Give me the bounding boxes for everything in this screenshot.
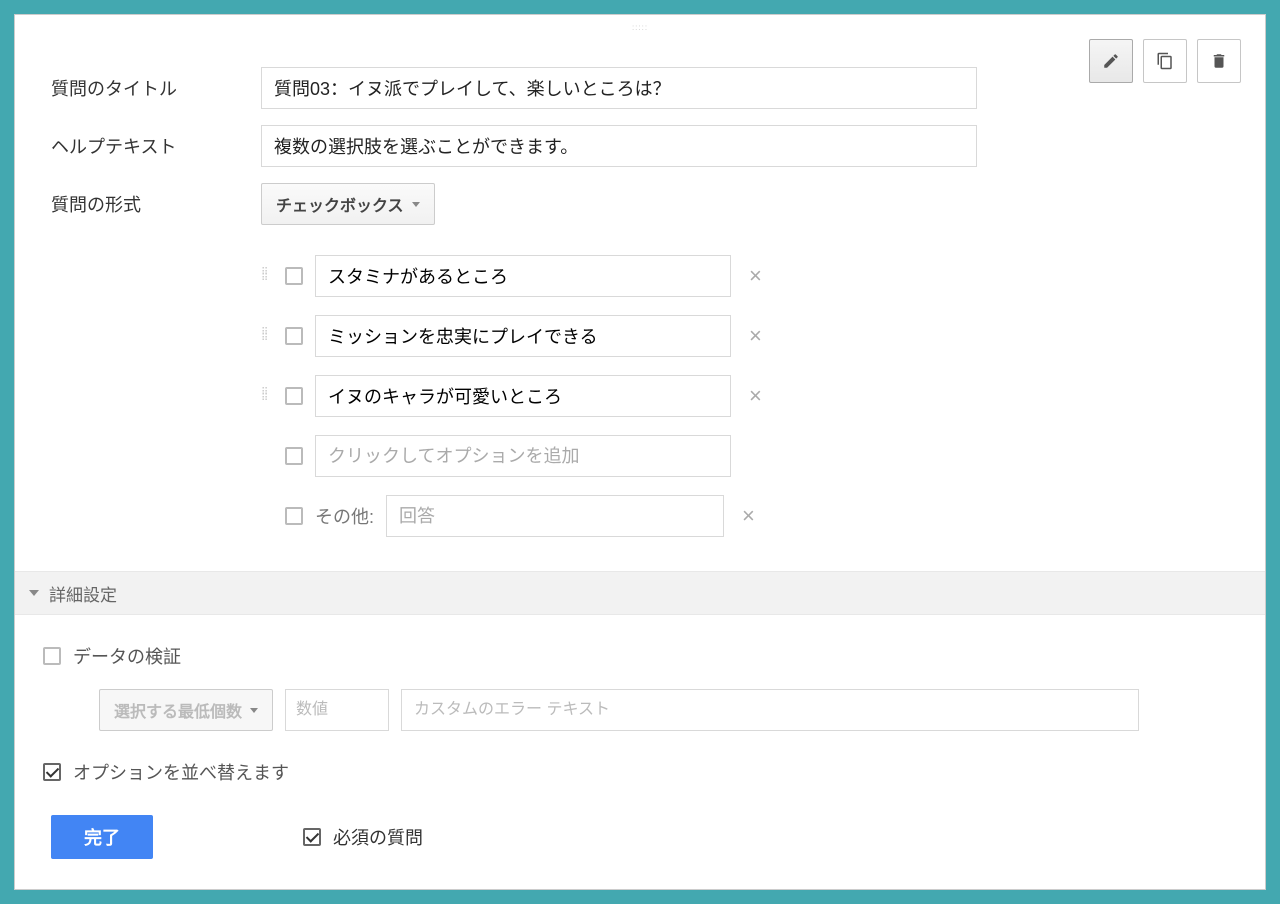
pencil-icon [1102, 52, 1120, 70]
drag-handle-icon[interactable]: ::::: [632, 23, 648, 32]
advanced-title: 詳細設定 [49, 581, 117, 606]
footer: 完了 必須の質問 [51, 815, 423, 859]
done-button[interactable]: 完了 [51, 815, 153, 859]
form-area: 質問のタイトル ヘルプテキスト 質問の形式 チェックボックス ⠿⠿ × ⠿⠿ [15, 15, 1265, 537]
option-row: ⠿⠿ × [261, 375, 1229, 417]
validation-type-value: 選択する最低個数 [114, 698, 242, 722]
advanced-section: 詳細設定 データの検証 選択する最低個数 オプションを並べ替えます [15, 571, 1265, 785]
validation-type-dropdown[interactable]: 選択する最低個数 [99, 689, 273, 731]
edit-button[interactable] [1089, 39, 1133, 83]
grip-icon[interactable]: ⠿⠿ [261, 270, 273, 282]
remove-option-button[interactable]: × [743, 323, 768, 349]
shuffle-label: オプションを並べ替えます [73, 759, 289, 785]
validation-error-input[interactable] [401, 689, 1139, 731]
copy-icon [1156, 52, 1174, 70]
validation-controls: 選択する最低個数 [99, 689, 1237, 731]
option-checkbox [285, 327, 303, 345]
add-option-input[interactable] [315, 435, 731, 477]
chevron-down-icon [412, 202, 420, 207]
validation-number-input[interactable] [285, 689, 389, 731]
advanced-body: データの検証 選択する最低個数 オプションを並べ替えます [15, 615, 1265, 785]
advanced-header[interactable]: 詳細設定 [15, 571, 1265, 615]
delete-button[interactable] [1197, 39, 1241, 83]
title-label: 質問のタイトル [51, 75, 261, 101]
grip-icon[interactable]: ⠿⠿ [261, 330, 273, 342]
option-row: ⠿⠿ × [261, 315, 1229, 357]
shuffle-checkbox[interactable] [43, 763, 61, 781]
option-input[interactable] [315, 315, 731, 357]
type-label: 質問の形式 [51, 191, 261, 217]
chevron-down-icon [29, 590, 39, 596]
validation-checkbox[interactable] [43, 647, 61, 665]
option-input[interactable] [315, 375, 731, 417]
option-checkbox [285, 267, 303, 285]
option-checkbox [285, 507, 303, 525]
question-type-value: チェックボックス [276, 192, 404, 216]
help-label: ヘルプテキスト [51, 133, 261, 159]
help-input[interactable] [261, 125, 977, 167]
chevron-down-icon [250, 708, 258, 713]
option-checkbox [285, 447, 303, 465]
required-checkbox[interactable] [303, 828, 321, 846]
validation-label: データの検証 [73, 643, 181, 669]
add-option-row [285, 435, 1229, 477]
question-editor-panel: ::::: 質問のタイトル ヘルプテキスト 質問の形式 チェックボックス [14, 14, 1266, 890]
grip-icon[interactable]: ⠿⠿ [261, 390, 273, 402]
remove-option-button[interactable]: × [743, 263, 768, 289]
remove-option-button[interactable]: × [743, 383, 768, 409]
title-input[interactable] [261, 67, 977, 109]
remove-other-button[interactable]: × [736, 503, 761, 529]
options-list: ⠿⠿ × ⠿⠿ × ⠿⠿ × [261, 255, 1229, 537]
required-toggle: 必須の質問 [303, 824, 423, 850]
other-label: その他: [315, 503, 374, 529]
other-option-row: その他: × [285, 495, 1229, 537]
trash-icon [1210, 52, 1228, 70]
required-label: 必須の質問 [333, 824, 423, 850]
question-type-dropdown[interactable]: チェックボックス [261, 183, 435, 225]
toolbar [1089, 39, 1241, 83]
option-row: ⠿⠿ × [261, 255, 1229, 297]
duplicate-button[interactable] [1143, 39, 1187, 83]
option-checkbox [285, 387, 303, 405]
other-input[interactable] [386, 495, 724, 537]
option-input[interactable] [315, 255, 731, 297]
